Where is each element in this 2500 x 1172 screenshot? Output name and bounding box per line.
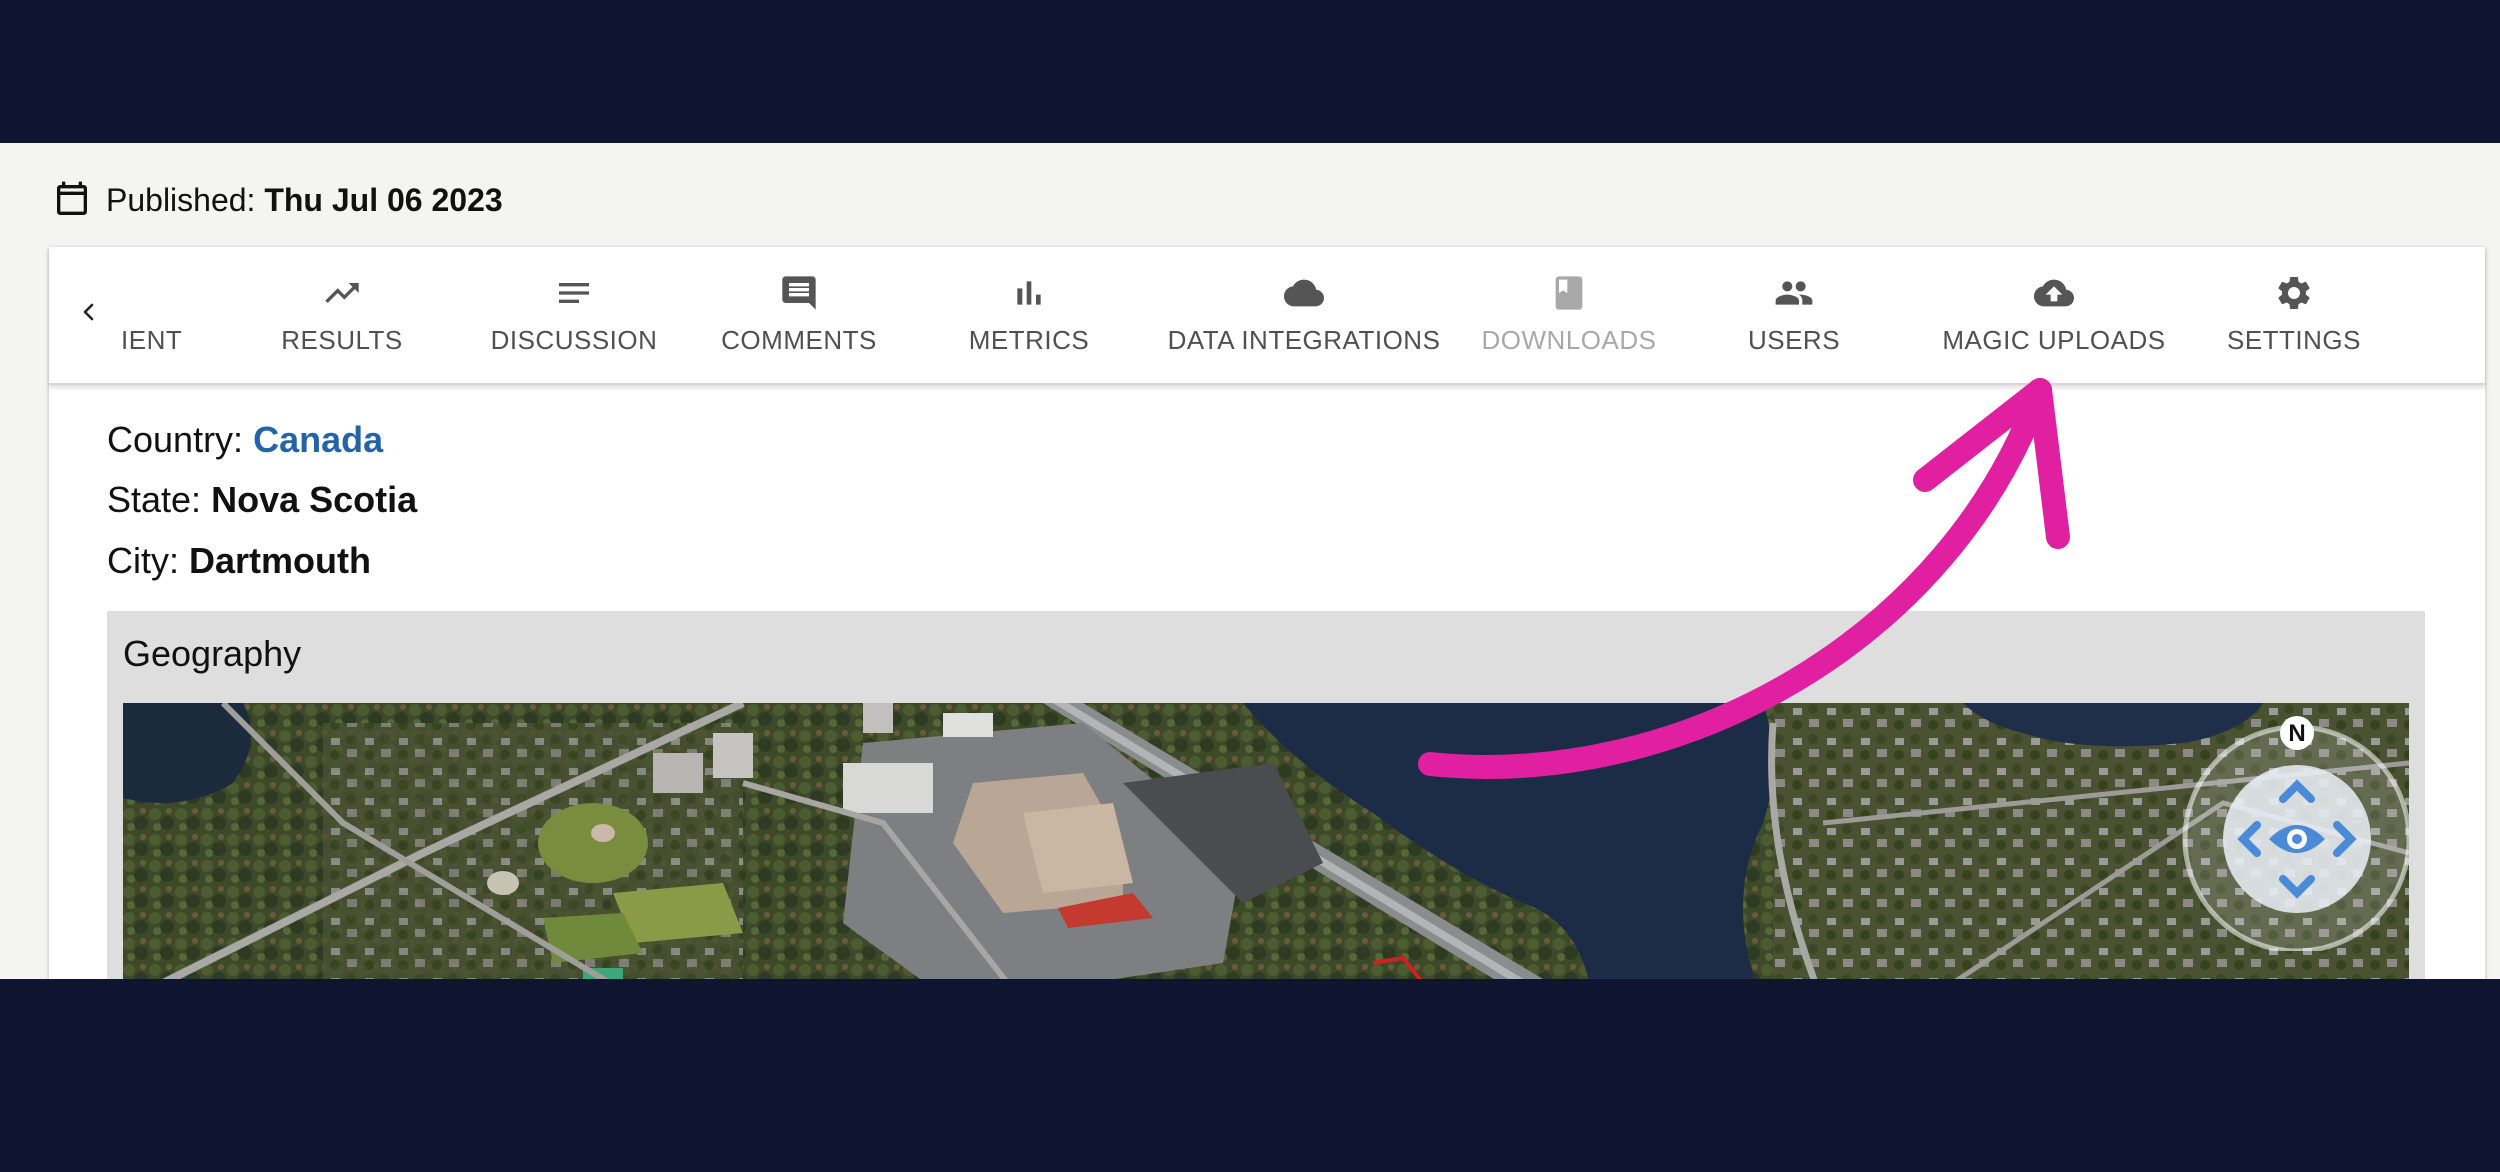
project-card: IENT RESULTS DISCUSSION COMMENTS METRICS… bbox=[49, 247, 2485, 979]
tab-data-integrations[interactable]: DATA INTEGRATIONS bbox=[1149, 273, 1459, 363]
state-value: Nova Scotia bbox=[211, 479, 418, 520]
published-row: Published: Thu Jul 06 2023 bbox=[52, 175, 503, 225]
chevron-left-icon bbox=[83, 303, 94, 321]
satellite-imagery bbox=[123, 703, 2409, 979]
trending-up-icon bbox=[325, 283, 359, 303]
cloud-upload-icon bbox=[2034, 279, 2074, 307]
tab-results[interactable]: RESULTS bbox=[267, 273, 417, 363]
city-label: City: bbox=[107, 540, 179, 581]
tab-label: MAGIC UPLOADS bbox=[1942, 325, 2166, 355]
tab-partial[interactable]: IENT bbox=[121, 273, 182, 363]
tab-bar: IENT RESULTS DISCUSSION COMMENTS METRICS… bbox=[49, 247, 2485, 385]
tab-scroll-left-button[interactable] bbox=[69, 292, 109, 332]
tab-label: DATA INTEGRATIONS bbox=[1167, 325, 1441, 355]
country-row: Country: Canada bbox=[107, 419, 383, 461]
bar-chart-icon bbox=[1017, 281, 1041, 305]
tab-users[interactable]: USERS bbox=[1729, 273, 1859, 363]
gear-icon bbox=[2278, 277, 2310, 309]
tab-label: DISCUSSION bbox=[490, 325, 658, 355]
tab-icon-placeholder bbox=[132, 273, 172, 313]
book-icon bbox=[1555, 276, 1583, 310]
comment-icon bbox=[782, 276, 816, 310]
tab-metrics[interactable]: METRICS bbox=[939, 273, 1119, 363]
state-label: State: bbox=[107, 479, 202, 520]
calendar-icon bbox=[57, 181, 87, 215]
published-label: Published: bbox=[106, 181, 256, 218]
map-navigation-control[interactable]: N bbox=[2179, 711, 2409, 951]
notes-icon bbox=[559, 283, 589, 303]
aerial-map[interactable]: N bbox=[123, 703, 2409, 979]
tab-settings[interactable]: SETTINGS bbox=[2209, 273, 2379, 363]
tab-label: COMMENTS bbox=[721, 325, 877, 355]
tab-label: METRICS bbox=[968, 325, 1090, 355]
compass-north-label: N bbox=[2288, 720, 2305, 747]
state-row: State: Nova Scotia bbox=[107, 479, 417, 521]
published-date: Thu Jul 06 2023 bbox=[264, 181, 503, 218]
people-icon bbox=[1775, 281, 1813, 305]
geography-panel: Geography N bbox=[107, 611, 2425, 979]
city-row: City: Dartmouth bbox=[107, 540, 371, 582]
cloud-icon bbox=[1284, 279, 1324, 307]
app-frame: Published: Thu Jul 06 2023 IENT RESULTS bbox=[0, 143, 2500, 979]
tab-downloads[interactable]: DOWNLOADS bbox=[1469, 273, 1669, 363]
tab-label: SETTINGS bbox=[2226, 325, 2361, 355]
tab-comments[interactable]: COMMENTS bbox=[699, 273, 899, 363]
country-link[interactable]: Canada bbox=[253, 419, 383, 460]
geography-title: Geography bbox=[123, 633, 302, 674]
tab-discussion[interactable]: DISCUSSION bbox=[469, 273, 679, 363]
tab-magic-uploads[interactable]: MAGIC UPLOADS bbox=[1929, 273, 2179, 363]
tab-label: IENT bbox=[121, 325, 183, 355]
tab-label: USERS bbox=[1747, 325, 1841, 355]
tab-label: RESULTS bbox=[281, 325, 403, 355]
city-value: Dartmouth bbox=[189, 540, 372, 581]
country-label: Country: bbox=[107, 419, 244, 460]
tab-label: DOWNLOADS bbox=[1481, 325, 1657, 355]
